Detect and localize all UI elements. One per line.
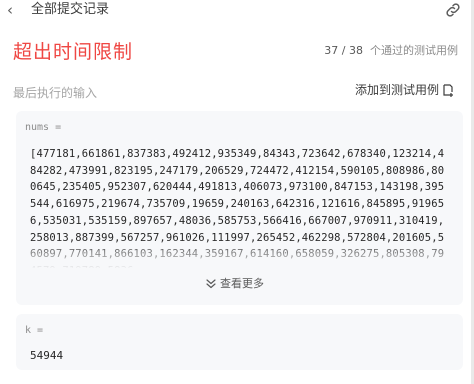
input-card-k: k = 54944 [16, 314, 463, 370]
last-input-label: 最后执行的输入 [13, 86, 98, 100]
passed-suffix: 个通过的测试用例 [370, 44, 458, 57]
passed-cases-count: 37 / 38 个通过的测试用例 [324, 43, 458, 59]
back-icon[interactable]: ‹ [7, 1, 13, 19]
link-icon[interactable] [444, 1, 462, 19]
add-testcase-icon [443, 83, 453, 97]
all-submissions-link[interactable]: 全部提交记录 [31, 1, 109, 19]
result-status: 超出时间限制 [13, 41, 134, 63]
add-to-testcase-button[interactable]: 添加到测试用例 [355, 82, 454, 98]
top-bar: ‹ 全部提交记录 [0, 0, 474, 22]
input-name: nums = [25, 122, 62, 133]
fade-overlay [16, 239, 463, 269]
input-value: 54944 [30, 349, 64, 362]
passed-ratio: 37 / 38 [324, 44, 363, 57]
input-name: k = [25, 325, 44, 336]
add-to-testcase-label: 添加到测试用例 [354, 83, 439, 97]
input-card-nums: nums = [477181,661861,837383,492412,9353… [16, 111, 463, 305]
show-more-button[interactable]: 查看更多 [205, 277, 264, 291]
chevron-double-down-icon [206, 279, 216, 289]
show-more-label: 查看更多 [220, 277, 264, 290]
